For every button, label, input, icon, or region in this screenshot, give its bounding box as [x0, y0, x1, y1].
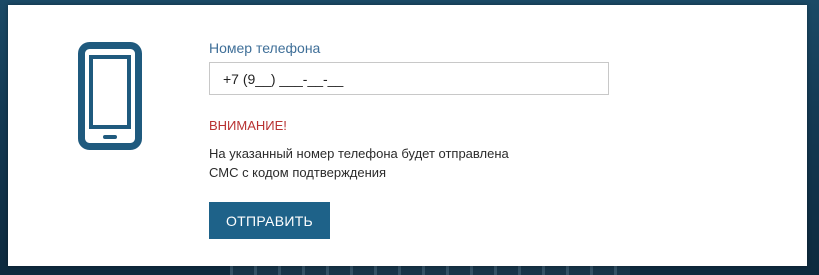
- mobile-phone-icon: [78, 42, 142, 150]
- warning-message-line: СМС с кодом подтверждения: [209, 165, 387, 180]
- warning-message-line: На указанный номер телефона будет отправ…: [209, 146, 509, 161]
- phone-number-input[interactable]: [209, 62, 609, 95]
- warning-title: ВНИМАНИЕ!: [209, 118, 287, 133]
- warning-message: На указанный номер телефона будет отправ…: [209, 144, 629, 182]
- backdrop-keyboard-strip: [230, 266, 630, 275]
- phone-number-label: Номер телефона: [209, 40, 321, 56]
- phone-verification-dialog: Номер телефона ВНИМАНИЕ! На указанный но…: [8, 5, 807, 266]
- submit-button[interactable]: ОТПРАВИТЬ: [209, 202, 330, 239]
